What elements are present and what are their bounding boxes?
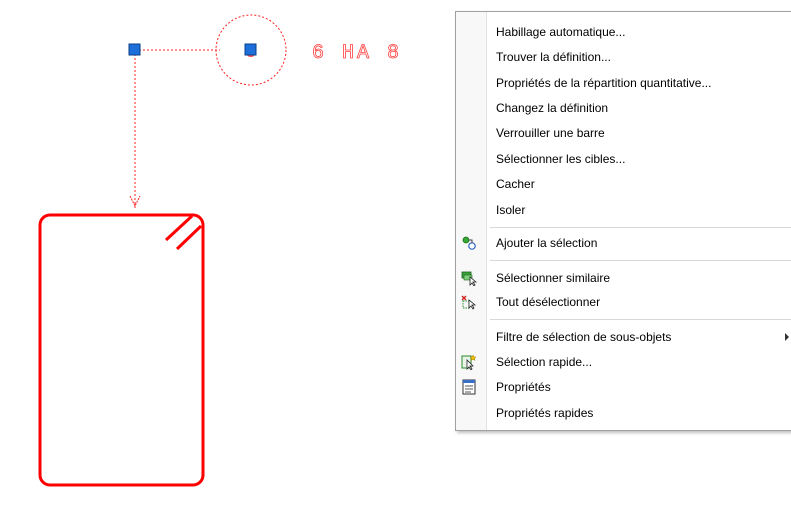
menu-item-ajouter-selection[interactable]: Ajouter la sélection xyxy=(456,231,791,255)
menu-item-label: Trouver la définition... xyxy=(496,50,611,64)
leader-arrow xyxy=(129,195,141,208)
menu-item-proprietes-rapides[interactable]: Propriétés rapides xyxy=(456,401,791,425)
select-similar-icon xyxy=(461,270,478,287)
menu-item-selection-rapide[interactable]: Sélection rapide... xyxy=(456,350,791,374)
stirrup-hook-2 xyxy=(175,224,203,251)
quick-select-icon xyxy=(461,354,477,371)
menu-item-label: Filtre de sélection de sous-objets xyxy=(496,330,672,344)
menu-item-label: Propriétés xyxy=(496,380,551,394)
rebar-stirrup[interactable] xyxy=(38,213,205,487)
grip-bubble[interactable] xyxy=(244,43,257,56)
grip-leader-start[interactable] xyxy=(128,43,141,56)
menu-item-habillage-automatique[interactable]: Habillage automatique... xyxy=(456,20,791,44)
menu-item-isoler[interactable]: Isoler xyxy=(456,198,791,222)
menu-item-proprietes[interactable]: Propriétés xyxy=(456,375,791,399)
menu-item-label: Sélection rapide... xyxy=(496,355,593,369)
menu-item-label: Propriétés rapides xyxy=(496,406,594,420)
menu-item-label: Verrouiller une barre xyxy=(496,126,605,140)
menu-item-label: Sélectionner similaire xyxy=(496,271,611,285)
menu-item-tout-deselectionner[interactable]: Tout désélectionner xyxy=(456,290,791,314)
menu-item-label: Sélectionner les cibles... xyxy=(496,152,626,166)
menu-separator xyxy=(490,319,791,320)
menu-item-cacher[interactable]: Cacher xyxy=(456,172,791,196)
menu-item-label: Habillage automatique... xyxy=(496,25,626,39)
context-menu: Habillage automatique... Trouver la défi… xyxy=(455,11,791,431)
menu-item-selectionner-similaire[interactable]: Sélectionner similaire xyxy=(456,266,791,290)
menu-item-label: Isoler xyxy=(496,203,526,217)
menu-item-label: Ajouter la sélection xyxy=(496,236,598,250)
add-selection-icon xyxy=(461,235,477,251)
menu-item-verrouiller-barre[interactable]: Verrouiller une barre xyxy=(456,121,791,145)
menu-item-selectionner-cibles[interactable]: Sélectionner les cibles... xyxy=(456,147,791,171)
menu-item-label: Propriétés de la répartition quantitativ… xyxy=(496,76,712,90)
menu-item-changez-definition[interactable]: Changez la définition xyxy=(456,96,791,120)
properties-icon xyxy=(461,379,477,395)
menu-item-label: Cacher xyxy=(496,177,535,191)
menu-item-trouver-definition[interactable]: Trouver la définition... xyxy=(456,45,791,69)
submenu-arrow-icon xyxy=(785,333,789,341)
menu-separator xyxy=(490,260,791,261)
menu-separator xyxy=(490,227,791,228)
menu-item-label: Tout désélectionner xyxy=(496,295,601,309)
menu-item-label: Changez la définition xyxy=(496,101,609,115)
menu-item-proprietes-repartition[interactable]: Propriétés de la répartition quantitativ… xyxy=(456,71,791,95)
deselect-all-icon xyxy=(461,294,477,310)
rebar-tag-text: 6 HA 8 xyxy=(312,42,402,65)
menu-item-filtre-sous-objets[interactable]: Filtre de sélection de sous-objets xyxy=(456,325,791,349)
